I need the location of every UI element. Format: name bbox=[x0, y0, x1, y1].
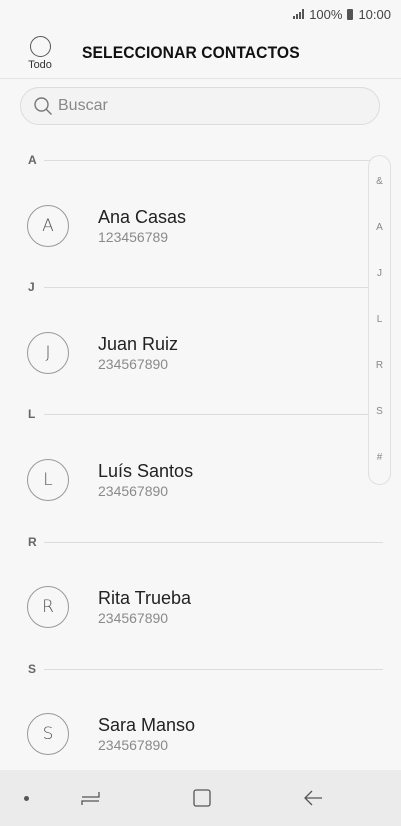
section-letter: J bbox=[28, 280, 35, 294]
contact-number: 234567890 bbox=[98, 356, 169, 372]
avatar: J bbox=[27, 332, 69, 374]
section-header-j: J bbox=[28, 280, 383, 294]
search-icon bbox=[34, 97, 52, 115]
contact-name: Luís Santos bbox=[98, 461, 194, 481]
index-letter[interactable]: L bbox=[369, 314, 390, 325]
battery-percent: 100% bbox=[309, 6, 343, 22]
index-letter[interactable]: S bbox=[369, 406, 390, 417]
divider bbox=[44, 286, 383, 288]
select-all-checkbox[interactable]: Todo bbox=[10, 35, 70, 71]
avatar: A bbox=[27, 205, 69, 247]
contact-item[interactable]: A Ana Casas 123456789 bbox=[27, 203, 371, 249]
avatar: S bbox=[27, 713, 69, 755]
recent-apps-icon[interactable] bbox=[80, 788, 102, 808]
alphabet-index-scroller[interactable]: & A J L R S # bbox=[368, 155, 391, 485]
index-letter[interactable]: J bbox=[369, 268, 390, 279]
contact-number: 234567890 bbox=[98, 610, 169, 626]
search-placeholder: Buscar bbox=[58, 97, 108, 114]
navigation-bar bbox=[0, 770, 401, 826]
section-letter: L bbox=[28, 407, 36, 421]
contact-item[interactable]: R Rita Trueba 234567890 bbox=[27, 584, 371, 630]
contact-number: 234567890 bbox=[98, 483, 169, 499]
home-icon[interactable] bbox=[192, 788, 212, 808]
contact-number: 234567890 bbox=[98, 737, 169, 753]
nav-dot-icon bbox=[24, 796, 29, 801]
divider bbox=[44, 159, 383, 161]
section-letter: S bbox=[28, 662, 37, 676]
select-all-label: Todo bbox=[28, 58, 52, 71]
checkbox-circle-icon bbox=[29, 35, 51, 57]
section-header-a: A bbox=[28, 153, 383, 167]
signal-icon bbox=[293, 9, 305, 19]
status-bar: 100% 10:00 bbox=[0, 0, 401, 28]
contact-item[interactable]: J Juan Ruiz 234567890 bbox=[27, 330, 371, 376]
page-title: SELECCIONAR CONTACTOS bbox=[82, 43, 300, 62]
avatar: R bbox=[27, 586, 69, 628]
section-letter: A bbox=[28, 153, 37, 167]
section-header-r: R bbox=[28, 535, 383, 549]
section-letter: R bbox=[28, 535, 37, 549]
clock: 10:00 bbox=[358, 6, 391, 22]
contact-name: Sara Manso bbox=[98, 715, 196, 735]
contact-item[interactable]: S Sara Manso 234567890 bbox=[27, 711, 371, 757]
divider bbox=[44, 541, 383, 543]
avatar: L bbox=[27, 459, 69, 501]
contact-name: Juan Ruiz bbox=[98, 334, 179, 354]
section-header-s: S bbox=[28, 662, 383, 676]
index-letter[interactable]: R bbox=[369, 360, 390, 371]
contact-number: 123456789 bbox=[98, 229, 169, 245]
divider bbox=[44, 668, 383, 670]
header: Todo SELECCIONAR CONTACTOS bbox=[0, 28, 401, 79]
contact-name: Ana Casas bbox=[98, 207, 187, 227]
contact-name: Rita Trueba bbox=[98, 588, 192, 608]
back-icon[interactable] bbox=[302, 788, 324, 808]
section-header-l: L bbox=[28, 407, 383, 421]
search-input[interactable]: Buscar bbox=[20, 87, 380, 125]
contact-item[interactable]: L Luís Santos 234567890 bbox=[27, 457, 371, 503]
index-letter[interactable]: & bbox=[369, 176, 390, 187]
divider bbox=[44, 413, 383, 415]
index-letter[interactable]: A bbox=[369, 222, 390, 233]
battery-icon bbox=[347, 8, 354, 20]
index-letter[interactable]: # bbox=[369, 452, 390, 463]
